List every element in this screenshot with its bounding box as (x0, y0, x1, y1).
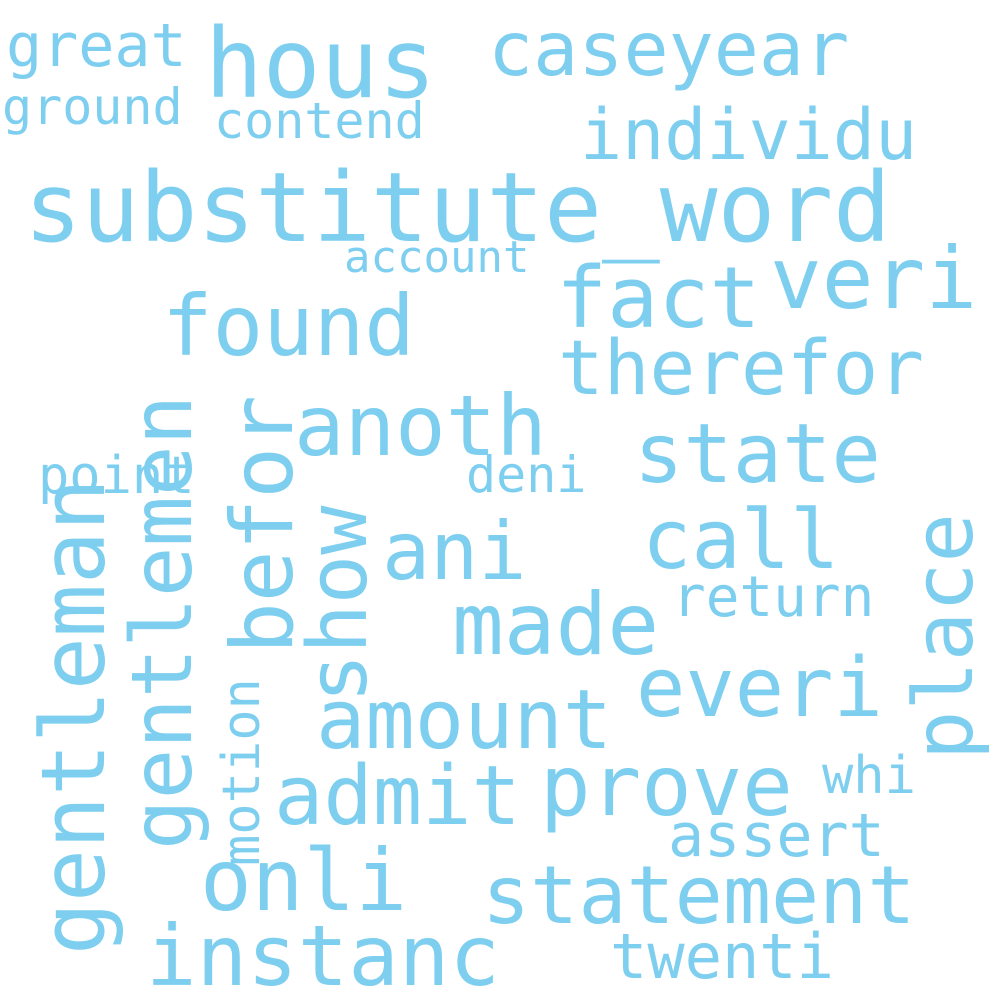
word-gentlemen: gentlemen (113, 394, 211, 850)
word-place: place (897, 513, 992, 760)
word-instanc: instanc (146, 907, 501, 1000)
word-everi: everi (636, 641, 883, 736)
word-whi: whi (822, 746, 916, 806)
word-return: return (672, 565, 875, 630)
word-found: found (162, 277, 415, 375)
word-gentleman: gentleman (22, 478, 125, 955)
word-deni: deni (466, 446, 587, 504)
word-therefor: therefor (558, 323, 925, 412)
word-contend: contend (214, 92, 425, 150)
word-state: state (634, 407, 881, 502)
word-twenti: twenti (610, 920, 834, 993)
word-ground: ground (2, 78, 183, 136)
word-cloud: substitute_word hous caseyear great grou… (0, 0, 1000, 1000)
word-admit: admit (274, 749, 521, 844)
word-great: great (6, 11, 187, 81)
word-individu: individu (580, 94, 918, 176)
word-account: account (344, 232, 530, 283)
word-made: made (452, 575, 660, 675)
word-caseyear: caseyear (488, 5, 850, 93)
word-veri: veri (770, 229, 978, 329)
